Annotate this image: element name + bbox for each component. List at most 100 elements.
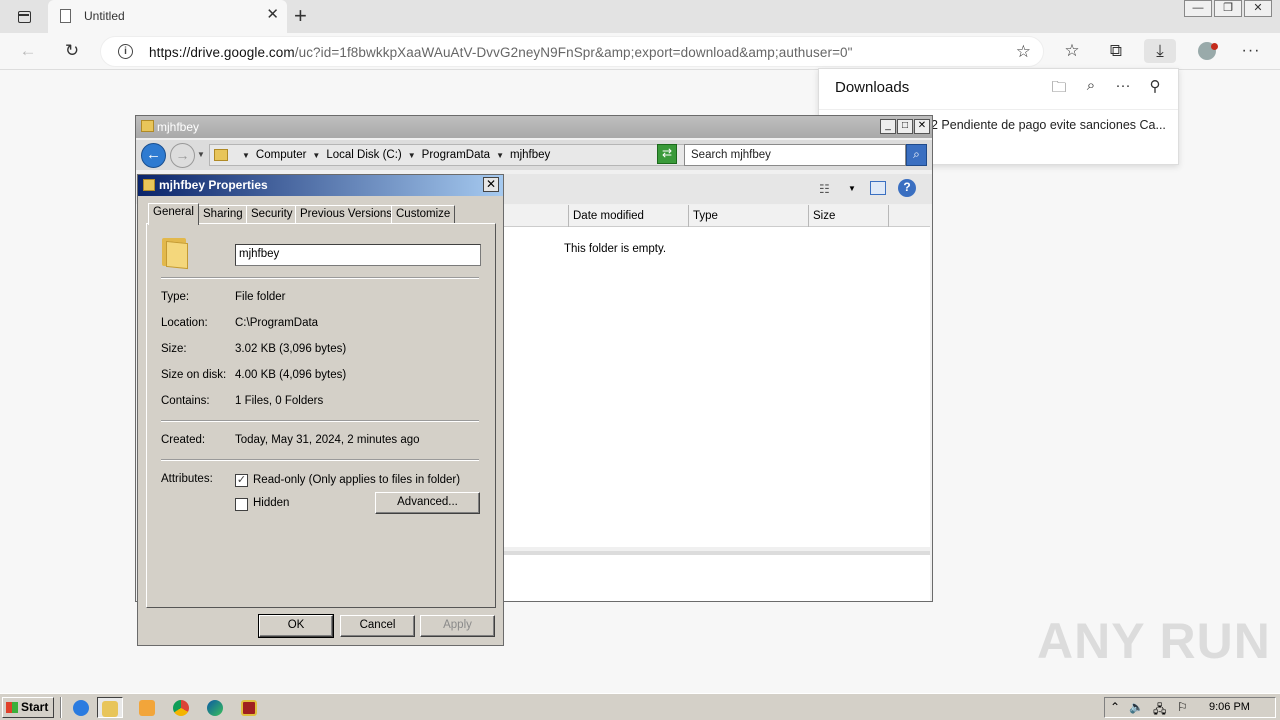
tab-title: Untitled [84, 9, 125, 23]
tab-actions-icon [18, 11, 31, 23]
tray-expand-icon[interactable]: ⌃ [1110, 700, 1120, 714]
explorer-titlebar[interactable]: mjhfbey _ □ ✕ [136, 116, 932, 138]
search-icon[interactable]: ⌕ [906, 144, 927, 166]
pin-icon[interactable]: ⚲ [1146, 77, 1164, 102]
minimize-button[interactable]: — [1184, 0, 1212, 17]
forward-arrow-icon[interactable]: → [170, 143, 195, 168]
folder-icon [162, 236, 190, 270]
page-icon [60, 9, 71, 23]
flag-icon[interactable]: ⚐ [1177, 700, 1188, 714]
app-icon[interactable] [236, 697, 262, 718]
taskbar-separator [60, 697, 62, 718]
apply-button[interactable]: Apply [420, 615, 495, 637]
back-arrow-icon[interactable]: ← [141, 143, 166, 168]
type-value: File folder [235, 291, 286, 303]
cancel-button[interactable]: Cancel [340, 615, 415, 637]
minimize-button[interactable]: _ [880, 119, 896, 134]
taskbar: Start ⌃ 🔈 🖧 ⚐ 9:06 PM [0, 693, 1280, 720]
close-icon[interactable]: ✕ [483, 177, 499, 192]
tab-close-icon[interactable]: ✕ [266, 7, 279, 23]
reload-icon[interactable]: ↻ [60, 40, 84, 62]
download-item[interactable]: 2 Pendiente de pago evite sanciones Ca..… [931, 118, 1166, 132]
ok-button[interactable]: OK [258, 614, 334, 638]
attributes-label: Attributes: [161, 473, 213, 485]
dialog-titlebar[interactable]: mjhfbey Properties ✕ [138, 175, 503, 196]
hidden-label[interactable]: Hidden [253, 497, 289, 509]
start-button[interactable]: Start [2, 697, 54, 718]
contains-label: Contains: [161, 395, 210, 407]
location-label: Location: [161, 317, 208, 329]
search-placeholder: Search mjhfbey [691, 149, 771, 161]
watermark-logo: ANY RUN [1037, 613, 1271, 669]
network-icon[interactable]: 🖧 [1153, 700, 1166, 720]
url-text[interactable]: https://drive.google.com/uc?id=1f8bwkkpX… [149, 45, 853, 60]
breadcrumb-item[interactable]: Computer [256, 149, 307, 161]
new-tab-button[interactable]: + [294, 4, 307, 28]
system-tray: ⌃ 🔈 🖧 ⚐ 9:06 PM [1104, 697, 1276, 718]
add-favorite-icon[interactable]: ☆ [1016, 42, 1031, 62]
maximize-button[interactable]: □ [897, 119, 913, 134]
tab-customize[interactable]: Customize [391, 205, 456, 224]
hidden-checkbox[interactable] [235, 498, 248, 511]
help-icon[interactable]: ? [898, 179, 916, 197]
column-date-modified[interactable]: Date modified [568, 205, 688, 227]
profile-button[interactable] [1194, 39, 1220, 63]
downloads-icon[interactable]: ⤓ [1144, 39, 1176, 63]
readonly-label[interactable]: Read-only (Only applies to files in fold… [253, 474, 460, 486]
breadcrumb-item[interactable]: mjhfbey [510, 149, 550, 161]
downloads-actions: 🗀 ⌕ ··· ⚲ [1050, 77, 1164, 102]
close-button[interactable]: ✕ [914, 119, 930, 134]
site-info-icon[interactable]: i [118, 44, 133, 59]
folder-name-field[interactable]: mjhfbey [235, 244, 481, 266]
tab-security[interactable]: Security [246, 205, 298, 224]
column-size[interactable]: Size [808, 205, 888, 227]
history-dropdown-icon[interactable]: ▼ [197, 150, 205, 159]
divider [161, 277, 479, 279]
created-label: Created: [161, 434, 206, 446]
address-bar[interactable]: i https://drive.google.com/uc?id=1f8bwkk… [100, 36, 1044, 67]
explorer-title: mjhfbey [157, 120, 200, 134]
column-extra[interactable] [888, 205, 930, 227]
type-label: Type: [161, 291, 190, 303]
breadcrumb-item[interactable]: Local Disk (C:) [326, 149, 401, 161]
preview-pane-icon[interactable] [870, 181, 886, 195]
search-input[interactable]: Search mjhfbey ⌕ [684, 144, 927, 166]
size-on-disk-label: Size on disk: [161, 369, 227, 381]
url-path: /uc?id=1f8bwkkpXaaWAuAtV-DvvG2neyN9FnSpr… [294, 45, 853, 60]
media-player-icon[interactable] [134, 697, 160, 718]
tab-general[interactable]: General [148, 203, 199, 225]
open-folder-icon[interactable]: 🗀 [1050, 77, 1068, 102]
readonly-checkbox[interactable]: ✓ [235, 474, 248, 487]
advanced-button[interactable]: Advanced... [375, 492, 480, 514]
refresh-icon[interactable]: ⇄ [657, 144, 677, 164]
restore-button[interactable]: ❐ [1214, 0, 1242, 17]
browser-tabstrip: Untitled ✕ + — ❐ ✕ [0, 0, 1280, 33]
browser-window-controls: — ❐ ✕ [1184, 0, 1272, 18]
tab-previous-versions[interactable]: Previous Versions [295, 205, 398, 224]
explorer-task-icon[interactable] [97, 697, 123, 718]
column-type[interactable]: Type [688, 205, 808, 227]
back-arrow-icon[interactable]: ← [16, 40, 40, 62]
breadcrumb-item[interactable]: ProgramData [422, 149, 490, 161]
tab-actions-button[interactable] [10, 6, 38, 28]
explorer-address-row: ← → ▼ ▼ Computer ▼ Local Disk (C:) ▼ ProgramD… [136, 140, 932, 170]
search-icon[interactable]: ⌕ [1082, 77, 1100, 102]
explorer-window-controls: _ □ ✕ [880, 119, 930, 134]
favorites-icon[interactable]: ☆ [1059, 39, 1085, 63]
views-icon[interactable]: ☷ [819, 182, 830, 196]
downloads-title: Downloads [835, 79, 910, 96]
more-menu-icon[interactable]: ··· [1238, 39, 1264, 63]
file-list[interactable]: Date modified Type Size This folder is e… [504, 205, 930, 547]
close-window-button[interactable]: ✕ [1244, 0, 1272, 17]
browser-tab[interactable]: Untitled ✕ [48, 0, 287, 33]
chrome-icon[interactable] [168, 697, 194, 718]
tab-sharing[interactable]: Sharing [198, 205, 248, 224]
clock[interactable]: 9:06 PM [1209, 701, 1250, 713]
views-dropdown-icon[interactable]: ▼ [848, 184, 856, 193]
ie-icon[interactable] [68, 697, 94, 718]
edge-icon[interactable] [202, 697, 228, 718]
collections-icon[interactable]: ⧉ [1103, 39, 1129, 63]
more-options-icon[interactable]: ··· [1114, 77, 1132, 102]
volume-icon[interactable]: 🔈 [1129, 700, 1144, 714]
folder-icon [214, 149, 228, 161]
